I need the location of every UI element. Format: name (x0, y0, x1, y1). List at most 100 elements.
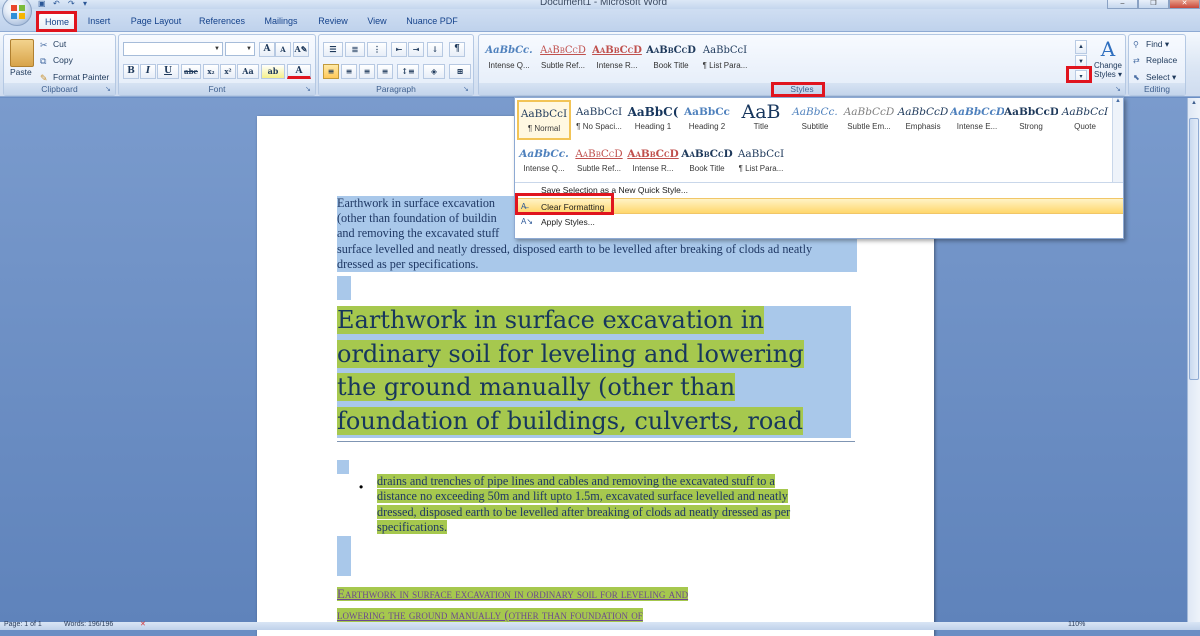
tab-nuance-pdf[interactable]: Nuance PDF (402, 13, 462, 31)
undo-icon[interactable]: ↶ (53, 0, 63, 8)
bold-button[interactable]: B (123, 64, 139, 79)
find-button[interactable]: ⚲ Find ▾ (1133, 39, 1169, 50)
font-launcher-icon[interactable]: ↘ (305, 86, 313, 94)
style-intense-reference[interactable]: AaBbCcD Intense R... (591, 41, 643, 77)
style-list-paragraph[interactable]: AaBbCcI ¶ List Para... (734, 142, 788, 182)
style-quote[interactable]: AaBbCcI Quote (1058, 100, 1112, 140)
italic-button[interactable]: I (140, 64, 156, 79)
copy-button[interactable]: ⧉ Copy (40, 55, 73, 66)
vertical-scrollbar[interactable]: ▲ (1187, 98, 1200, 622)
style-book-title[interactable]: AaBbCcD Book Title (680, 142, 734, 182)
style-title[interactable]: AaB Title (734, 100, 788, 140)
clipboard-group: Paste ✂ Cut ⧉ Copy ✎ Format Painter Clipboa… (3, 34, 116, 96)
style-intense-quote[interactable]: AaBbCc. Intense Q... (517, 142, 571, 182)
strikethrough-button[interactable]: abe (181, 64, 201, 79)
save-selection-menu-item[interactable]: Save Selection as a New Quick Style... (515, 182, 1123, 198)
style-no-spacing[interactable]: AaBbCcI ¶ No Spaci... (572, 100, 626, 140)
show-marks-button[interactable]: ¶ (449, 42, 465, 57)
change-styles-button[interactable]: A Change Styles ▾ (1091, 37, 1125, 79)
line-spacing-icon[interactable]: ↕≡ (397, 64, 419, 79)
scroll-up-icon[interactable]: ▲ (1075, 40, 1087, 54)
replace-button[interactable]: ⇄ Replace (1133, 55, 1177, 66)
page-count[interactable]: Page: 1 of 1 (4, 621, 42, 629)
word-count[interactable]: Words: 196/196 (64, 621, 113, 629)
chevron-down-icon[interactable]: ▼ (244, 43, 254, 55)
tab-insert[interactable]: Insert (80, 13, 118, 31)
tab-home[interactable]: Home (38, 13, 76, 31)
redo-icon[interactable]: ↷ (68, 0, 78, 8)
format-painter-button[interactable]: ✎ Format Painter (40, 72, 109, 83)
grow-font-button[interactable]: A (259, 42, 275, 57)
sort-icon[interactable]: ↓ (427, 42, 443, 57)
style-intense-quote[interactable]: AaBbCc. Intense Q... (483, 41, 535, 77)
tab-review[interactable]: Review (312, 13, 354, 31)
justify-icon[interactable]: ≡ (377, 64, 393, 79)
tab-mailings[interactable]: Mailings (256, 13, 306, 31)
styles-dropdown-scrollbar[interactable]: ▲ (1112, 98, 1123, 182)
shading-icon[interactable]: ◈ (423, 64, 445, 79)
style-subtle-reference[interactable]: AaBbCcD Subtle Ref... (537, 41, 589, 77)
apply-styles-menu-item[interactable]: A↘ Apply Styles... (515, 214, 1123, 230)
shrink-font-button[interactable]: A (275, 42, 291, 57)
save-icon[interactable]: ▣ (38, 0, 48, 8)
superscript-button[interactable]: x² (220, 64, 236, 79)
font-name-combo[interactable]: ▼ (123, 42, 223, 56)
numbering-icon[interactable]: ≣ (345, 42, 365, 57)
tab-view[interactable]: View (360, 13, 394, 31)
paragraph-launcher-icon[interactable]: ↘ (463, 86, 471, 94)
chevron-down-icon[interactable]: ▼ (212, 43, 222, 55)
borders-icon[interactable]: ⊞ (449, 64, 471, 79)
style-strong[interactable]: AaBbCcD Strong (1004, 100, 1058, 140)
bullets-icon[interactable]: ☰ (323, 42, 343, 57)
bullet-paragraph[interactable]: drains and trenches of pipe lines and ca… (377, 474, 835, 536)
style-subtitle[interactable]: AaBbCc. Subtitle (788, 100, 842, 140)
align-right-icon[interactable]: ≡ (359, 64, 375, 79)
subscript-button[interactable]: x₂ (203, 64, 219, 79)
style-book-title[interactable]: AaBbCcD Book Title (645, 41, 697, 77)
text-highlight-button[interactable]: ab (261, 64, 285, 79)
paste-button[interactable]: Paste (10, 67, 32, 77)
scroll-down-icon[interactable]: ▼ (1075, 55, 1087, 69)
style-normal[interactable]: AaBbCcI ¶ Normal (517, 100, 571, 140)
scroll-up-icon[interactable]: ▲ (1189, 100, 1199, 110)
scroll-thumb[interactable] (1189, 118, 1199, 380)
cut-button[interactable]: ✂ Cut (40, 39, 66, 50)
style-heading-1[interactable]: AaBbC(Heading 1 (626, 100, 680, 140)
underline-button[interactable]: U (157, 64, 179, 79)
style-emphasis[interactable]: AaBbCcD Emphasis (896, 100, 950, 140)
clear-format-icon[interactable]: A✎ (293, 42, 309, 57)
customize-qat-icon[interactable]: ▾ (83, 0, 93, 8)
heading-text[interactable]: Earthwork in surface excavation in ordin… (337, 304, 857, 438)
font-color-button[interactable]: A (287, 64, 311, 79)
increase-indent-icon[interactable]: ⇥ (408, 42, 424, 57)
maximize-button[interactable]: ❐ (1138, 0, 1169, 9)
tab-page-layout[interactable]: Page Layout (124, 13, 188, 31)
align-center-icon[interactable]: ≡ (341, 64, 357, 79)
paste-icon[interactable] (10, 39, 34, 67)
change-case-button[interactable]: Aa (237, 64, 259, 79)
style-subtle-reference[interactable]: AaBbCcD Subtle Ref... (572, 142, 626, 182)
style-sample: AaBbCc. (792, 106, 838, 118)
style-list-paragraph[interactable]: AaBbCcI ¶ List Para... (699, 41, 751, 77)
minimize-button[interactable]: – (1107, 0, 1138, 9)
styles-launcher-icon[interactable]: ↘ (1115, 86, 1123, 94)
small-caps-paragraph[interactable]: Earthwork in surface excavation in ordin… (337, 584, 857, 626)
font-size-combo[interactable]: ▼ (225, 42, 255, 56)
style-intense-reference[interactable]: AaBbCcD Intense R... (626, 142, 680, 182)
decrease-indent-icon[interactable]: ⇤ (391, 42, 407, 57)
multilevel-list-icon[interactable]: ⋮ (367, 42, 387, 57)
scroll-up-icon[interactable]: ▲ (1113, 98, 1123, 108)
clipboard-launcher-icon[interactable]: ↘ (105, 86, 113, 94)
clear-formatting-menu-item[interactable]: A̶ Clear Formatting (515, 198, 1123, 214)
style-heading-2[interactable]: AaBbCc Heading 2 (680, 100, 734, 140)
style-subtle-emphasis[interactable]: AaBbCcD Subtle Em... (842, 100, 896, 140)
align-left-icon[interactable]: ≡ (323, 64, 339, 79)
select-button[interactable]: ⬉ Select ▾ (1133, 72, 1176, 83)
proofing-icon[interactable]: ✕ (140, 621, 146, 629)
zoom-level[interactable]: 110% (1068, 621, 1085, 629)
close-button[interactable]: ✕ (1169, 0, 1200, 9)
more-styles-icon[interactable]: ▾ (1075, 70, 1087, 84)
heading-border-line (337, 441, 855, 442)
tab-references[interactable]: References (193, 13, 251, 31)
style-intense-emphasis[interactable]: AaBbCcD Intense E... (950, 100, 1004, 140)
